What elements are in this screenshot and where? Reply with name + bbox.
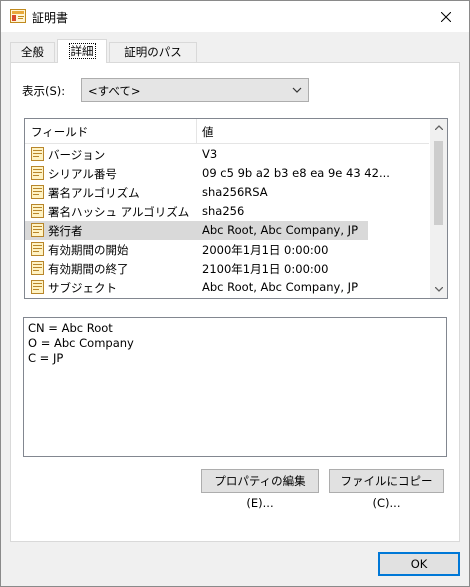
list-row[interactable]: 署名アルゴリズム sha256RSA: [25, 183, 429, 202]
tab-label: 全般: [21, 45, 44, 59]
field-value: sha256: [202, 204, 245, 218]
field-name: 有効期間の開始: [48, 243, 129, 257]
field-name: シリアル番号: [48, 167, 117, 181]
certificate-field-icon: [31, 185, 44, 199]
list-row[interactable]: サブジェクト Abc Root, Abc Company, JP: [25, 278, 429, 297]
list-row-selected[interactable]: 発行者 Abc Root, Abc Company, JP: [25, 221, 368, 240]
certificate-dialog: 証明書 全般 詳細 証明のパス 表示(S): <すべて> フィールド 値 バージ…: [0, 0, 470, 587]
tab-label: 証明のパス: [124, 45, 182, 59]
chevron-up-icon: [434, 125, 443, 130]
field-value: sha256RSA: [202, 185, 268, 199]
detail-line: O = Abc Company: [28, 336, 134, 350]
list-row[interactable]: バージョン V3: [25, 145, 429, 164]
certificate-field-icon: [31, 242, 44, 256]
list-row[interactable]: 有効期間の開始 2000年1月1日 0:00:00: [25, 240, 429, 259]
chevron-down-icon: [292, 87, 302, 93]
certificate-field-icon: [31, 204, 44, 218]
list-row[interactable]: 有効期間の終了 2100年1月1日 0:00:00: [25, 259, 429, 278]
field-value: Abc Root, Abc Company, JP: [202, 223, 359, 237]
field-detail-textbox[interactable]: CN = Abc Root O = Abc Company C = JP: [23, 317, 447, 457]
tab-label: 詳細: [68, 43, 96, 59]
column-divider[interactable]: [196, 119, 197, 143]
field-value: 2100年1月1日 0:00:00: [202, 262, 329, 276]
tab-general[interactable]: 全般: [10, 42, 55, 62]
field-name: 署名ハッシュ アルゴリズム: [48, 205, 190, 219]
vertical-scrollbar[interactable]: [430, 119, 447, 298]
ok-button[interactable]: OK: [378, 552, 460, 576]
list-header: フィールド 値: [25, 119, 429, 144]
field-value: 09 c5 9b a2 b3 e8 ea 9e 43 42...: [202, 166, 390, 180]
detail-line: CN = Abc Root: [28, 321, 113, 335]
certificate-field-icon: [31, 166, 44, 180]
column-header-field[interactable]: フィールド: [31, 124, 88, 140]
certificate-field-icon: [31, 261, 44, 275]
list-row[interactable]: 署名ハッシュ アルゴリズム sha256: [25, 202, 429, 221]
title-bar[interactable]: 証明書: [1, 1, 469, 32]
copy-to-file-button[interactable]: ファイルにコピー(C)...: [329, 469, 444, 510]
certificate-field-icon: [31, 147, 44, 161]
field-name: バージョン: [48, 148, 106, 162]
field-name: 発行者: [48, 224, 83, 238]
certificate-icon: [10, 9, 26, 23]
show-select[interactable]: <すべて>: [81, 78, 309, 102]
close-button[interactable]: [423, 1, 469, 32]
fields-list[interactable]: フィールド 値 バージョン V3 シリアル番号 09 c5 9b a2 b3 e…: [24, 118, 448, 299]
scroll-down-button[interactable]: [430, 281, 447, 298]
window-title: 証明書: [32, 11, 69, 25]
chevron-down-icon: [434, 287, 443, 292]
edit-properties-button[interactable]: プロパティの編集(E)...: [201, 469, 319, 510]
field-value: V3: [202, 147, 218, 161]
certificate-field-icon: [31, 223, 44, 237]
show-label: 表示(S):: [22, 84, 66, 98]
column-header-value[interactable]: 値: [202, 124, 214, 140]
field-name: 有効期間の終了: [48, 262, 129, 276]
certificate-field-icon: [31, 280, 44, 294]
list-row[interactable]: シリアル番号 09 c5 9b a2 b3 e8 ea 9e 43 42...: [25, 164, 429, 183]
field-value: Abc Root, Abc Company, JP: [202, 280, 359, 294]
show-select-value: <すべて>: [88, 84, 141, 98]
field-value: 2000年1月1日 0:00:00: [202, 243, 329, 257]
tab-details[interactable]: 詳細: [57, 39, 107, 63]
field-name: サブジェクト: [48, 281, 117, 295]
scroll-up-button[interactable]: [430, 119, 447, 136]
detail-line: C = JP: [28, 351, 64, 365]
close-icon: [441, 11, 451, 22]
field-name: 署名アルゴリズム: [48, 186, 140, 200]
tab-certification-path[interactable]: 証明のパス: [109, 42, 197, 62]
scroll-thumb[interactable]: [434, 141, 443, 225]
